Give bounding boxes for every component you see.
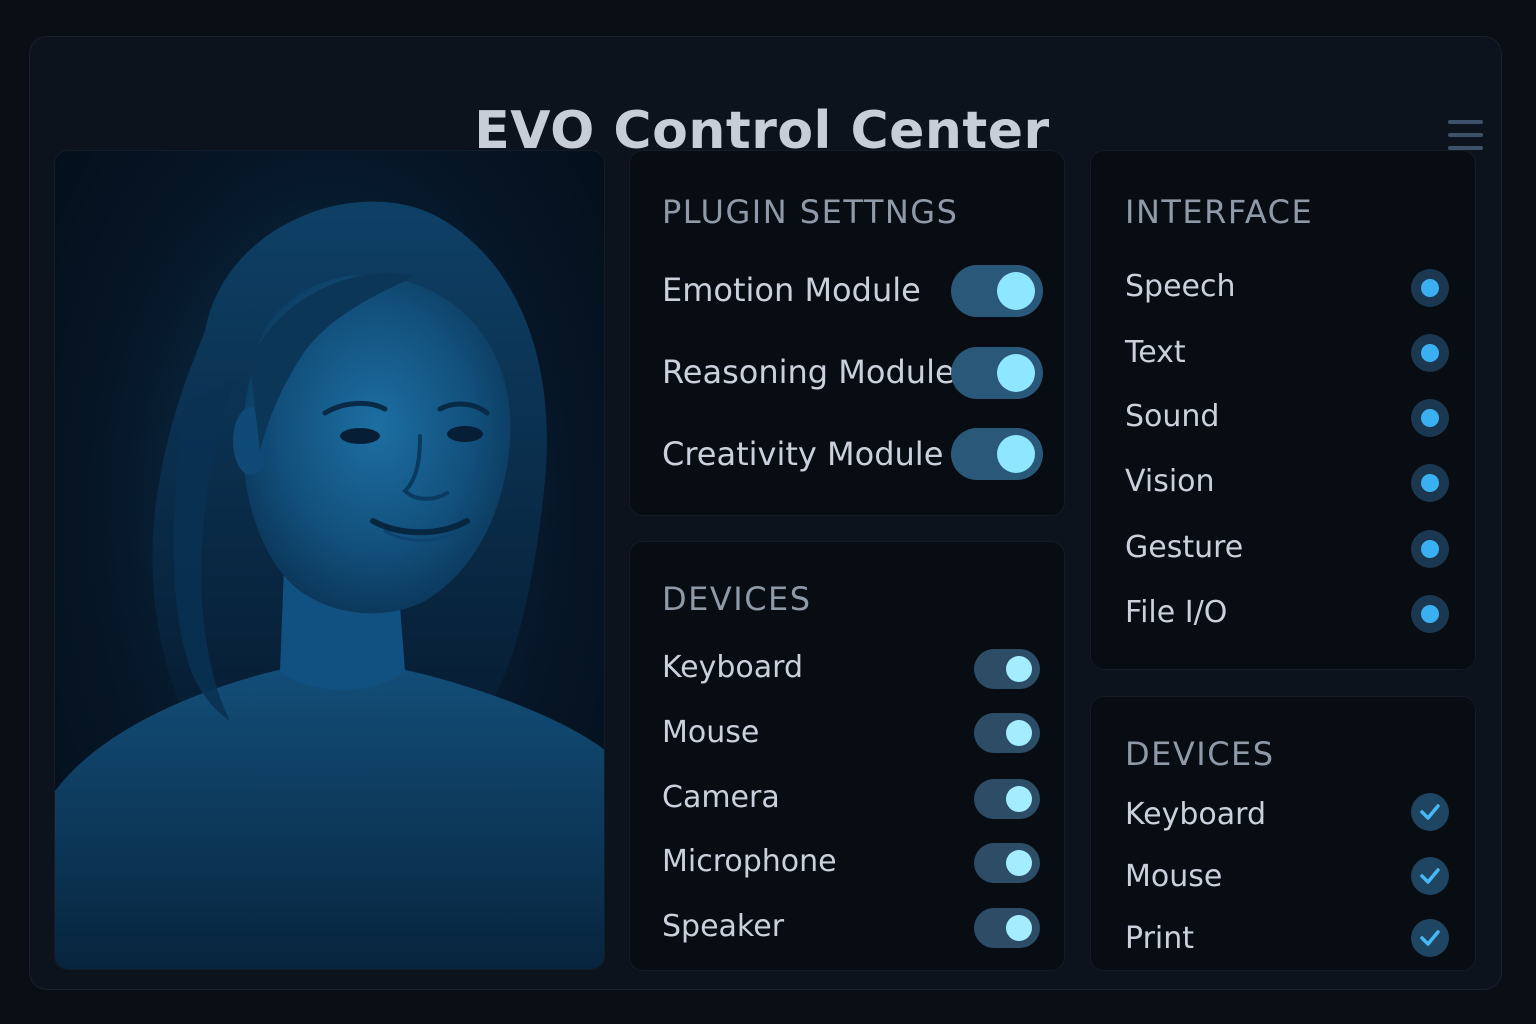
devices-checks-title: DEVICES [1125, 735, 1275, 773]
device-camera-label: Camera [662, 780, 780, 815]
checkmark-icon [1420, 868, 1440, 884]
interface-speech-radio[interactable] [1411, 269, 1449, 307]
reasoning-module-label: Reasoning Module [662, 353, 955, 391]
interface-vision-label: Vision [1125, 464, 1215, 499]
interface-file-io-label: File I/O [1125, 595, 1228, 630]
plugin-settings-card: PLUGIN SETTNGS Emotion Module Reasoning … [629, 150, 1065, 516]
check-mouse-label: Mouse [1125, 859, 1223, 894]
devices-checks-card: DEVICES Keyboard Mouse Print [1090, 696, 1476, 971]
radio-dot [1421, 409, 1439, 427]
toggle-knob [997, 354, 1035, 392]
check-print-label: Print [1125, 921, 1195, 956]
radio-dot [1421, 605, 1439, 623]
toggle-knob [1006, 915, 1032, 941]
check-print-checkbox[interactable] [1411, 919, 1449, 957]
menu-bar-middle [1448, 133, 1483, 137]
device-microphone-toggle[interactable] [974, 843, 1040, 883]
interface-sound-label: Sound [1125, 399, 1220, 434]
radio-dot [1421, 279, 1439, 297]
interface-speech-label: Speech [1125, 269, 1236, 304]
devices-toggles-title: DEVICES [662, 580, 812, 618]
toggle-knob [1006, 720, 1032, 746]
hamburger-menu-icon[interactable] [1442, 117, 1490, 153]
device-mouse-toggle[interactable] [974, 713, 1040, 753]
toggle-knob [997, 435, 1035, 473]
radio-dot [1421, 344, 1439, 362]
interface-sound-radio[interactable] [1411, 399, 1449, 437]
avatar-illustration [55, 151, 604, 969]
radio-dot [1421, 474, 1439, 492]
check-keyboard-checkbox[interactable] [1411, 793, 1449, 831]
menu-bar-top [1448, 120, 1483, 124]
check-keyboard-label: Keyboard [1125, 797, 1267, 832]
emotion-module-toggle[interactable] [951, 265, 1043, 317]
emotion-module-label: Emotion Module [662, 271, 921, 309]
device-keyboard-toggle[interactable] [974, 649, 1040, 689]
toggle-knob [997, 272, 1035, 310]
toggle-knob [1006, 786, 1032, 812]
interface-gesture-label: Gesture [1125, 530, 1244, 565]
device-mouse-label: Mouse [662, 715, 760, 750]
toggle-knob [1006, 656, 1032, 682]
avatar-portrait [54, 150, 605, 970]
device-speaker-label: Speaker [662, 909, 785, 944]
device-keyboard-label: Keyboard [662, 650, 804, 685]
checkmark-icon [1420, 930, 1440, 946]
device-camera-toggle[interactable] [974, 779, 1040, 819]
interface-gesture-radio[interactable] [1411, 530, 1449, 568]
interface-text-label: Text [1125, 335, 1186, 370]
interface-card: INTERFACE Speech Text Sound Vision Gestu… [1090, 150, 1476, 670]
reasoning-module-toggle[interactable] [951, 347, 1043, 399]
plugin-settings-title: PLUGIN SETTNGS [662, 193, 959, 231]
interface-file-io-radio[interactable] [1411, 595, 1449, 633]
radio-dot [1421, 540, 1439, 558]
device-speaker-toggle[interactable] [974, 908, 1040, 948]
devices-toggles-card: DEVICES Keyboard Mouse Camera Microphone… [629, 541, 1065, 971]
toggle-knob [1006, 850, 1032, 876]
checkmark-icon [1420, 804, 1440, 820]
device-microphone-label: Microphone [662, 844, 837, 879]
interface-vision-radio[interactable] [1411, 464, 1449, 502]
interface-text-radio[interactable] [1411, 334, 1449, 372]
creativity-module-toggle[interactable] [951, 428, 1043, 480]
check-mouse-checkbox[interactable] [1411, 857, 1449, 895]
creativity-module-label: Creativity Module [662, 435, 944, 473]
interface-title: INTERFACE [1125, 193, 1314, 231]
